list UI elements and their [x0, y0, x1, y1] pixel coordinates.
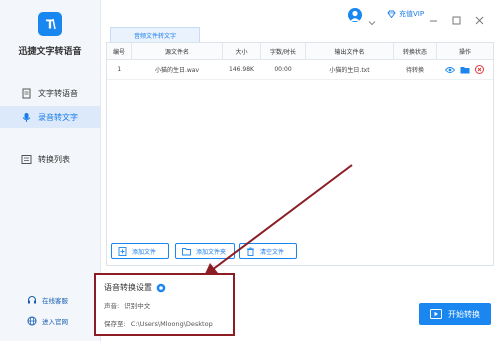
online-support-link[interactable]: 在线客服: [0, 295, 100, 305]
app-name: 迅捷文字转语音: [18, 47, 82, 57]
file-table-panel: 编号 源文件名 大小 字数/时长 输出文件名 转换状态 操作 1 小猫的生日.w…: [106, 42, 494, 266]
column-header-status: 转换状态: [393, 43, 437, 60]
column-header-output-name: 输出文件名: [305, 43, 394, 60]
column-header-duration: 字数/时长: [260, 43, 306, 60]
file-plus-icon: [118, 246, 127, 256]
tab-audio-to-text[interactable]: 音频文件转文字: [110, 27, 200, 42]
save-path-setting: 保存至: C:\Users\Mloong\Desktop: [104, 318, 213, 328]
vip-recharge-button[interactable]: 充值VIP: [387, 9, 424, 19]
row-actions: [436, 59, 493, 80]
row-source-name: 小猫的生日.wav: [131, 59, 223, 80]
trash-icon: [246, 247, 255, 256]
conversion-settings-box: 语音转换设置 声音: 识别中文 保存至: C:\Users\Mloong\Des…: [94, 273, 235, 336]
sidebar-item-text-to-speech[interactable]: 文字转语音: [0, 82, 100, 104]
sidebar-item-conversion-list[interactable]: 转换列表: [0, 148, 100, 170]
folder-icon[interactable]: [460, 66, 470, 74]
headset-icon: [27, 295, 37, 305]
row-size: 146.98K: [222, 59, 261, 80]
save-path-value[interactable]: C:\Users\Mloong\Desktop: [131, 320, 213, 328]
maximize-icon[interactable]: [452, 10, 461, 29]
chevron-down-icon[interactable]: [368, 11, 376, 30]
column-header-size: 大小: [222, 43, 261, 60]
document-icon: [20, 87, 32, 99]
row-status: 待转换: [393, 59, 437, 80]
settings-title-row: 语音转换设置: [104, 282, 166, 293]
table-header-row: 编号 源文件名 大小 字数/时长 输出文件名 转换状态 操作: [107, 43, 493, 60]
add-file-label: 添加文件: [132, 248, 157, 256]
list-icon: [20, 153, 32, 165]
online-support-label: 在线客服: [42, 297, 68, 305]
row-duration: 00:00: [260, 59, 306, 80]
minimize-icon[interactable]: [429, 10, 438, 29]
official-site-label: 进入官网: [42, 318, 68, 326]
sidebar-item-label: 录音转文字: [38, 112, 78, 122]
microphone-icon: [20, 111, 32, 123]
sidebar-item-label: 文字转语音: [38, 88, 78, 98]
start-conversion-label: 开始转换: [448, 309, 480, 319]
column-header-number: 编号: [107, 43, 132, 60]
add-folder-button[interactable]: 添加文件夹: [175, 243, 235, 259]
file-table: 编号 源文件名 大小 字数/时长 输出文件名 转换状态 操作 1 小猫的生日.w…: [107, 43, 493, 80]
sidebar-item-label: 转换列表: [38, 154, 70, 164]
delete-icon[interactable]: [475, 65, 485, 74]
save-path-label: 保存至:: [104, 320, 126, 328]
add-file-button[interactable]: 添加文件: [111, 243, 169, 259]
row-number: 1: [107, 59, 132, 80]
row-output-name: 小猫的生日.txt: [305, 59, 394, 80]
add-folder-label: 添加文件夹: [196, 248, 227, 256]
settings-gear-icon[interactable]: [156, 283, 166, 293]
start-conversion-button[interactable]: 开始转换: [419, 303, 491, 325]
column-header-source-name: 源文件名: [131, 43, 223, 60]
vip-label: 充值VIP: [399, 10, 425, 18]
sidebar-item-recording-to-text[interactable]: 录音转文字: [0, 106, 100, 128]
settings-title: 语音转换设置: [104, 283, 152, 292]
eye-icon[interactable]: [445, 66, 456, 74]
diamond-icon: [387, 10, 396, 18]
official-site-link[interactable]: 进入官网: [0, 316, 100, 326]
play-icon: [430, 308, 442, 320]
voice-setting: 声音: 识别中文: [104, 300, 150, 310]
title-bar: 充值VIP: [101, 0, 499, 28]
voice-label: 声音:: [104, 302, 120, 310]
globe-icon: [27, 316, 37, 326]
folder-outline-icon: [182, 247, 191, 256]
close-icon[interactable]: [475, 10, 484, 29]
table-row[interactable]: 1 小猫的生日.wav 146.98K 00:00 小猫的生日.txt 待转换: [107, 59, 493, 80]
sidebar: T 迅捷文字转语音 文字转语音 录音转文字 转换列表 在线客服 进入官网: [0, 0, 101, 341]
clear-files-label: 清空文件: [260, 248, 285, 256]
voice-value: 识别中文: [124, 302, 151, 310]
clear-files-button[interactable]: 清空文件: [239, 243, 297, 259]
column-header-actions: 操作: [436, 43, 493, 60]
app-logo-icon: T: [38, 12, 62, 36]
user-avatar-icon[interactable]: [348, 8, 362, 22]
